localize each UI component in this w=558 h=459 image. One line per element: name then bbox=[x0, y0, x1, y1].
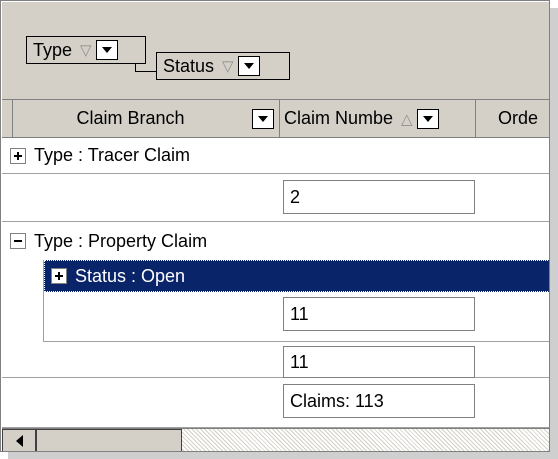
summary-count-cell: 2 bbox=[283, 180, 475, 214]
group-summary-row: 2 bbox=[2, 174, 549, 222]
group-summary-row: 11 bbox=[43, 292, 549, 342]
group-chip-status-label: Status bbox=[163, 55, 215, 76]
sort-ascending-icon: △ bbox=[401, 110, 413, 128]
group-chip-type-label: Type bbox=[33, 39, 73, 60]
sort-descending-icon: ▽ bbox=[80, 42, 92, 59]
chevron-down-icon bbox=[258, 115, 268, 122]
scroll-left-button[interactable] bbox=[2, 429, 36, 451]
group-row-property-claim[interactable]: Type : Property Claim bbox=[2, 222, 549, 260]
horizontal-scrollbar[interactable] bbox=[2, 428, 549, 451]
group-row-label: Type : Property Claim bbox=[34, 230, 208, 251]
arrow-left-icon bbox=[15, 435, 23, 447]
chevron-down-icon bbox=[243, 63, 254, 69]
sort-descending-icon: ▽ bbox=[222, 58, 234, 75]
column-header-label: Claim Numbe bbox=[284, 108, 394, 128]
column-header-order[interactable]: Orde bbox=[476, 100, 549, 137]
group-chip-status-dropdown-button[interactable] bbox=[237, 56, 260, 76]
group-row-label: Status : Open bbox=[75, 265, 186, 286]
grouped-grid: Type ▽ Status ▽ Claim Branch Claim Numbe… bbox=[0, 0, 550, 452]
chevron-down-icon bbox=[422, 115, 433, 122]
column-header-claim-branch[interactable]: Claim Branch bbox=[12, 100, 280, 137]
column-header-claim-number[interactable]: Claim Numbe △ bbox=[280, 100, 476, 137]
group-connector bbox=[135, 71, 157, 72]
grand-total-cell: Claims: 113 bbox=[283, 384, 475, 418]
column-header-label: Orde bbox=[498, 108, 539, 128]
group-row-label: Type : Tracer Claim bbox=[34, 145, 191, 165]
column-header-label: Claim Branch bbox=[76, 108, 185, 128]
group-row-status-open[interactable]: Status : Open bbox=[44, 260, 549, 292]
group-row-tracer-claim[interactable]: Type : Tracer Claim bbox=[2, 138, 549, 174]
grand-total-row: Claims: 113 bbox=[2, 378, 549, 428]
column-filter-button[interactable] bbox=[252, 108, 274, 129]
window-shadow-right bbox=[550, 8, 558, 459]
summary-count-cell: 11 bbox=[283, 297, 475, 331]
expand-icon[interactable] bbox=[51, 268, 67, 284]
group-chip-type-dropdown-button[interactable] bbox=[95, 40, 118, 60]
window-shadow-bottom bbox=[8, 452, 558, 459]
chevron-down-icon bbox=[101, 47, 112, 53]
group-chip-status[interactable]: Status ▽ bbox=[156, 52, 290, 80]
summary-count-cell: 11 bbox=[283, 346, 475, 378]
expand-icon[interactable] bbox=[10, 147, 26, 164]
column-filter-button[interactable] bbox=[416, 108, 439, 129]
column-header-row: Claim Branch Claim Numbe △ Orde bbox=[2, 100, 549, 138]
scrollbar-thumb[interactable] bbox=[36, 429, 182, 451]
group-summary-row: 11 bbox=[2, 342, 549, 378]
group-by-area: Type ▽ Status ▽ bbox=[2, 2, 549, 100]
collapse-icon[interactable] bbox=[10, 233, 26, 249]
group-chip-type[interactable]: Type ▽ bbox=[26, 36, 146, 64]
